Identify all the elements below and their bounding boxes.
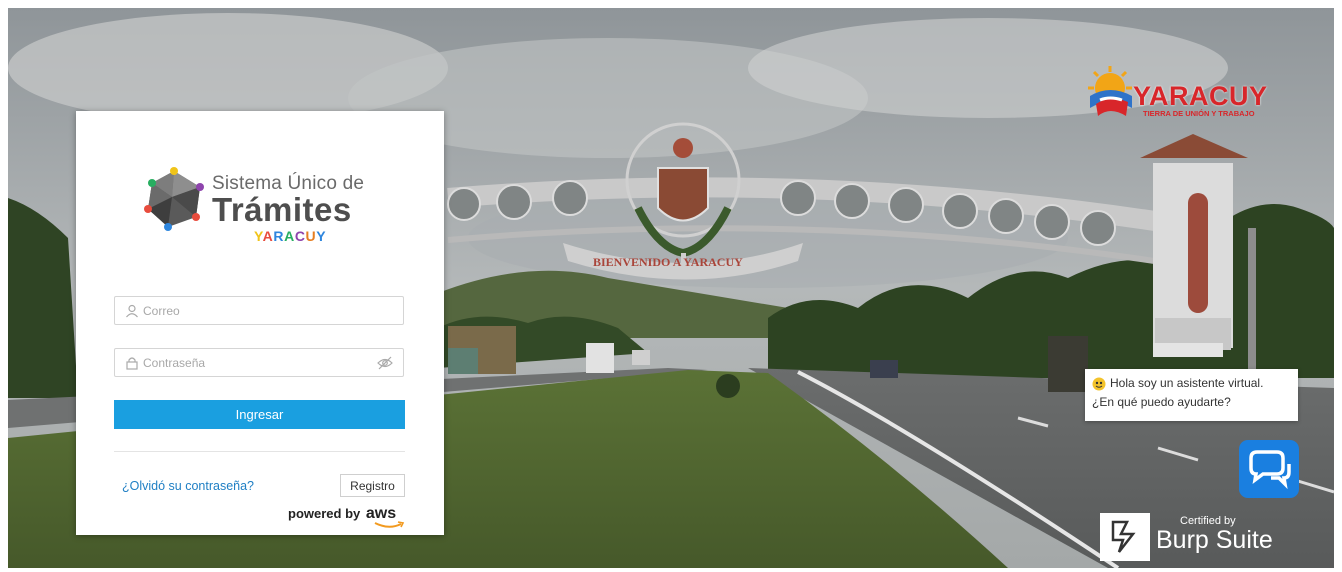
aws-smile-icon: [374, 521, 405, 528]
email-input[interactable]: [143, 297, 373, 324]
geometric-polyhedron-logo-icon: [144, 167, 204, 231]
logo-region-letter: Y: [316, 228, 327, 244]
lock-icon: [126, 357, 138, 370]
logo-region-letter: C: [294, 228, 306, 244]
assistant-greeting-bubble: Hola soy un asistente virtual. ¿En qué p…: [1085, 369, 1298, 421]
eye-hidden-icon[interactable]: [377, 356, 393, 370]
burp-suite-name: Burp Suite: [1156, 526, 1273, 554]
register-button[interactable]: Registro: [340, 474, 405, 497]
email-field[interactable]: [114, 296, 404, 325]
logo-region-letter: R: [273, 228, 285, 244]
password-field[interactable]: [114, 348, 404, 377]
logo-region-letter: A: [262, 228, 274, 244]
assistant-greeting-line1: Hola soy un asistente virtual.: [1110, 376, 1264, 390]
brand-name: YARACUY: [1133, 81, 1268, 111]
powered-by-label: powered by: [288, 506, 361, 521]
logo-region-letter: A: [284, 228, 295, 244]
password-input[interactable]: [143, 349, 373, 376]
open-chat-button[interactable]: [1239, 440, 1299, 498]
divider: [114, 451, 405, 452]
aws-logo-text: aws: [365, 505, 397, 522]
login-card: Sistema Único de Trámites YARACUY Ingres…: [76, 111, 444, 535]
burp-suite-logo-icon: [1100, 513, 1150, 561]
assistant-greeting-line2: ¿En qué puedo ayudarte?: [1092, 395, 1231, 409]
sistema-tramites-logo: Sistema Único de Trámites YARACUY: [142, 165, 382, 244]
user-icon: [126, 304, 138, 318]
logo-title: Trámites: [212, 191, 352, 228]
arch-banner-text: BIENVENIDO A YARACUY: [593, 255, 743, 269]
bot-face-icon: [1092, 377, 1106, 390]
logo-region: YARACUY: [254, 228, 326, 244]
brand-tagline: TIERRA DE UNIÓN Y TRABAJO: [1143, 109, 1255, 118]
forgot-password-link[interactable]: ¿Olvidó su contraseña?: [122, 479, 254, 493]
logo-region-letter: U: [305, 228, 317, 244]
logo-region-letter: Y: [254, 228, 263, 244]
login-button[interactable]: Ingresar: [114, 400, 405, 429]
chat-bubbles-icon: [1249, 450, 1291, 490]
